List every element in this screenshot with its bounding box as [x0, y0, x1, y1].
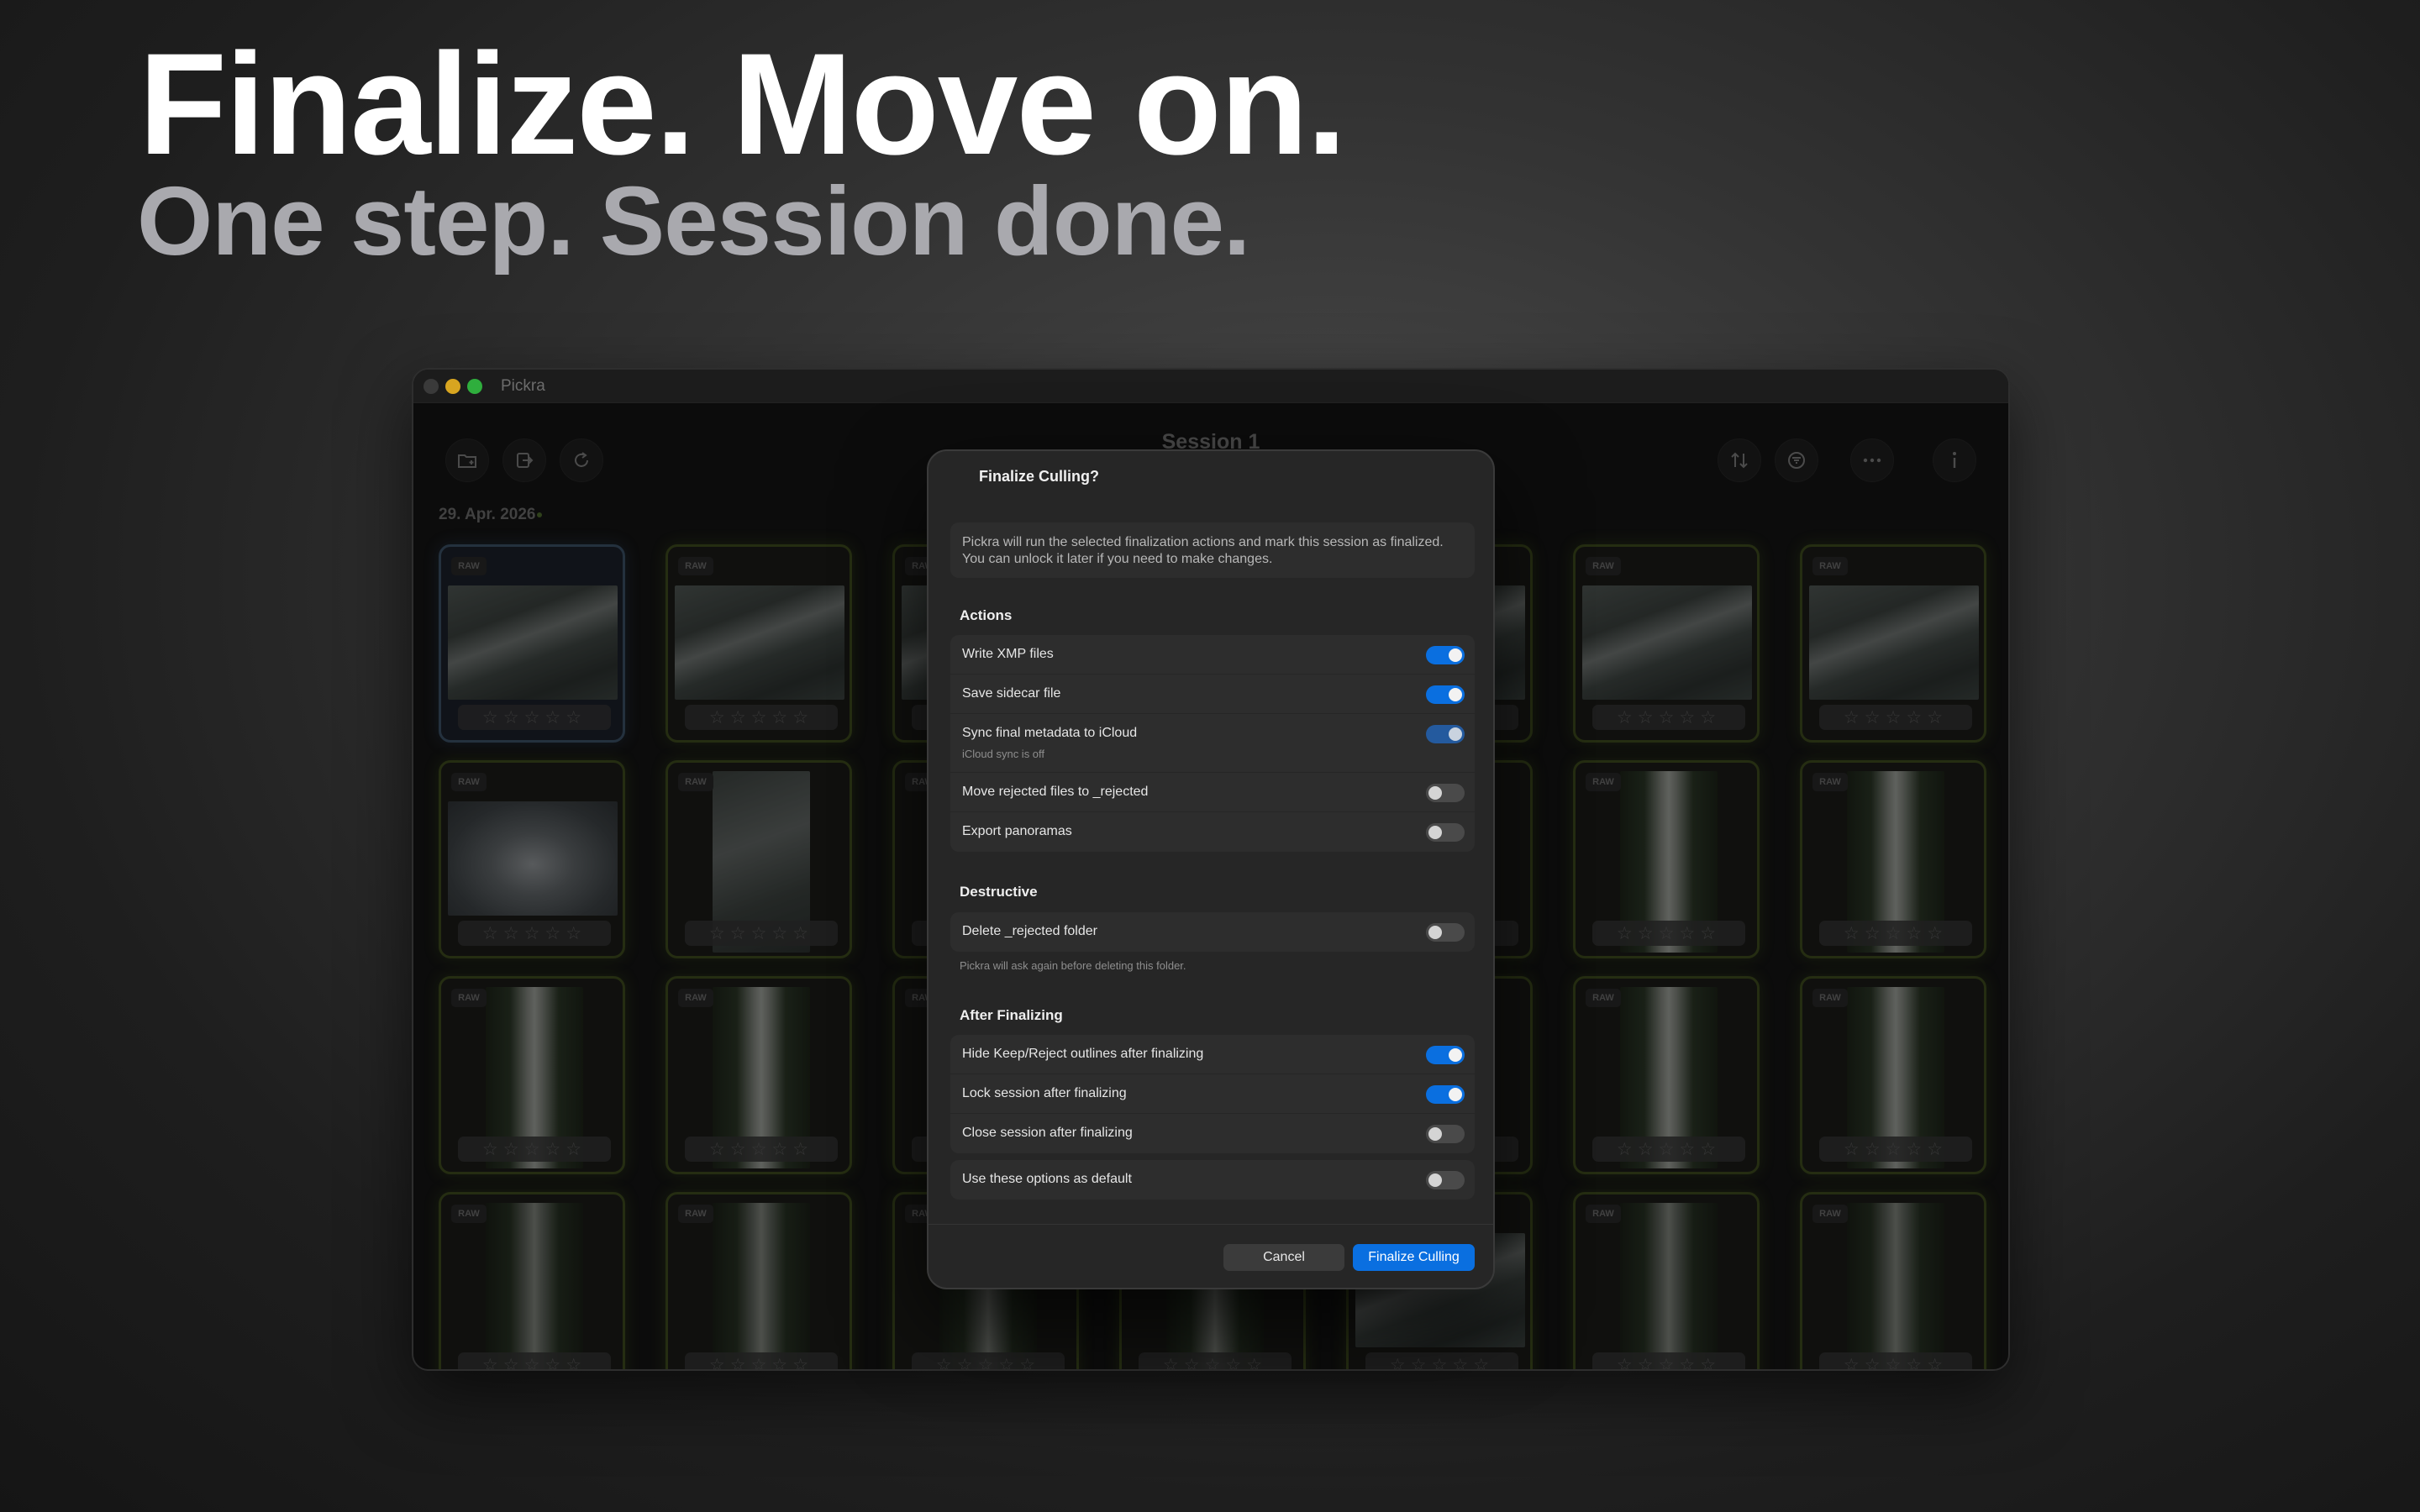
finalize-dialog: Finalize Culling? Pickra will run the se…	[927, 449, 1495, 1289]
option-hide-outlines[interactable]: Hide Keep/Reject outlines after finalizi…	[950, 1035, 1475, 1074]
hero-subtitle: One step. Session done.	[137, 166, 1250, 276]
section-label-destructive: Destructive	[960, 884, 1038, 900]
dialog-title: Finalize Culling?	[979, 468, 1099, 485]
option-export-panoramas[interactable]: Export panoramas	[950, 812, 1475, 852]
lock-session-toggle[interactable]	[1426, 1085, 1465, 1104]
option-label: Close session after finalizing	[962, 1126, 1133, 1140]
option-label: Delete _rejected folder	[962, 924, 1097, 938]
option-label: Save sidecar file	[962, 686, 1061, 701]
option-use-as-default[interactable]: Use these options as default	[950, 1160, 1475, 1200]
option-label: Move rejected files to _rejected	[962, 785, 1149, 799]
close-session-toggle[interactable]	[1426, 1125, 1465, 1143]
option-label: Sync final metadata to iCloud	[962, 726, 1138, 740]
dialog-description: Pickra will run the selected finalizatio…	[950, 522, 1475, 578]
dialog-divider	[929, 1224, 1493, 1225]
option-close-session[interactable]: Close session after finalizing	[950, 1114, 1475, 1153]
delete-rejected-toggle[interactable]	[1426, 923, 1465, 942]
destructive-group: Delete _rejected folder	[950, 912, 1475, 952]
section-label-after: After Finalizing	[960, 1007, 1063, 1023]
after-finalizing-group: Hide Keep/Reject outlines after finalizi…	[950, 1035, 1475, 1153]
option-label: Hide Keep/Reject outlines after finalizi…	[962, 1047, 1204, 1061]
option-lock-session[interactable]: Lock session after finalizing	[950, 1074, 1475, 1114]
destructive-note: Pickra will ask again before deleting th…	[960, 959, 1186, 972]
option-write-xmp[interactable]: Write XMP files	[950, 635, 1475, 675]
option-sync-icloud[interactable]: Sync final metadata to iCloud iCloud syn…	[950, 714, 1475, 773]
cancel-button[interactable]: Cancel	[1223, 1244, 1344, 1271]
option-move-rejected[interactable]: Move rejected files to _rejected	[950, 773, 1475, 812]
option-delete-rejected[interactable]: Delete _rejected folder	[950, 912, 1475, 952]
option-save-sidecar[interactable]: Save sidecar file	[950, 675, 1475, 714]
hide-outlines-toggle[interactable]	[1426, 1046, 1465, 1064]
write-xmp-toggle[interactable]	[1426, 646, 1465, 664]
save-sidecar-toggle[interactable]	[1426, 685, 1465, 704]
hero-title: Finalize. Move on.	[139, 24, 1347, 185]
section-label-actions: Actions	[960, 607, 1013, 623]
move-rejected-toggle[interactable]	[1426, 784, 1465, 802]
actions-group: Write XMP files Save sidecar file Sync f…	[950, 635, 1475, 852]
export-panoramas-toggle[interactable]	[1426, 823, 1465, 842]
option-label: Use these options as default	[962, 1172, 1132, 1186]
option-hint: iCloud sync is off	[962, 748, 1045, 760]
default-options-group: Use these options as default	[950, 1160, 1475, 1200]
sync-icloud-toggle[interactable]	[1426, 725, 1465, 743]
finalize-culling-button[interactable]: Finalize Culling	[1353, 1244, 1475, 1271]
option-label: Export panoramas	[962, 824, 1072, 838]
option-label: Write XMP files	[962, 647, 1054, 661]
option-label: Lock session after finalizing	[962, 1086, 1127, 1100]
use-as-default-toggle[interactable]	[1426, 1171, 1465, 1189]
